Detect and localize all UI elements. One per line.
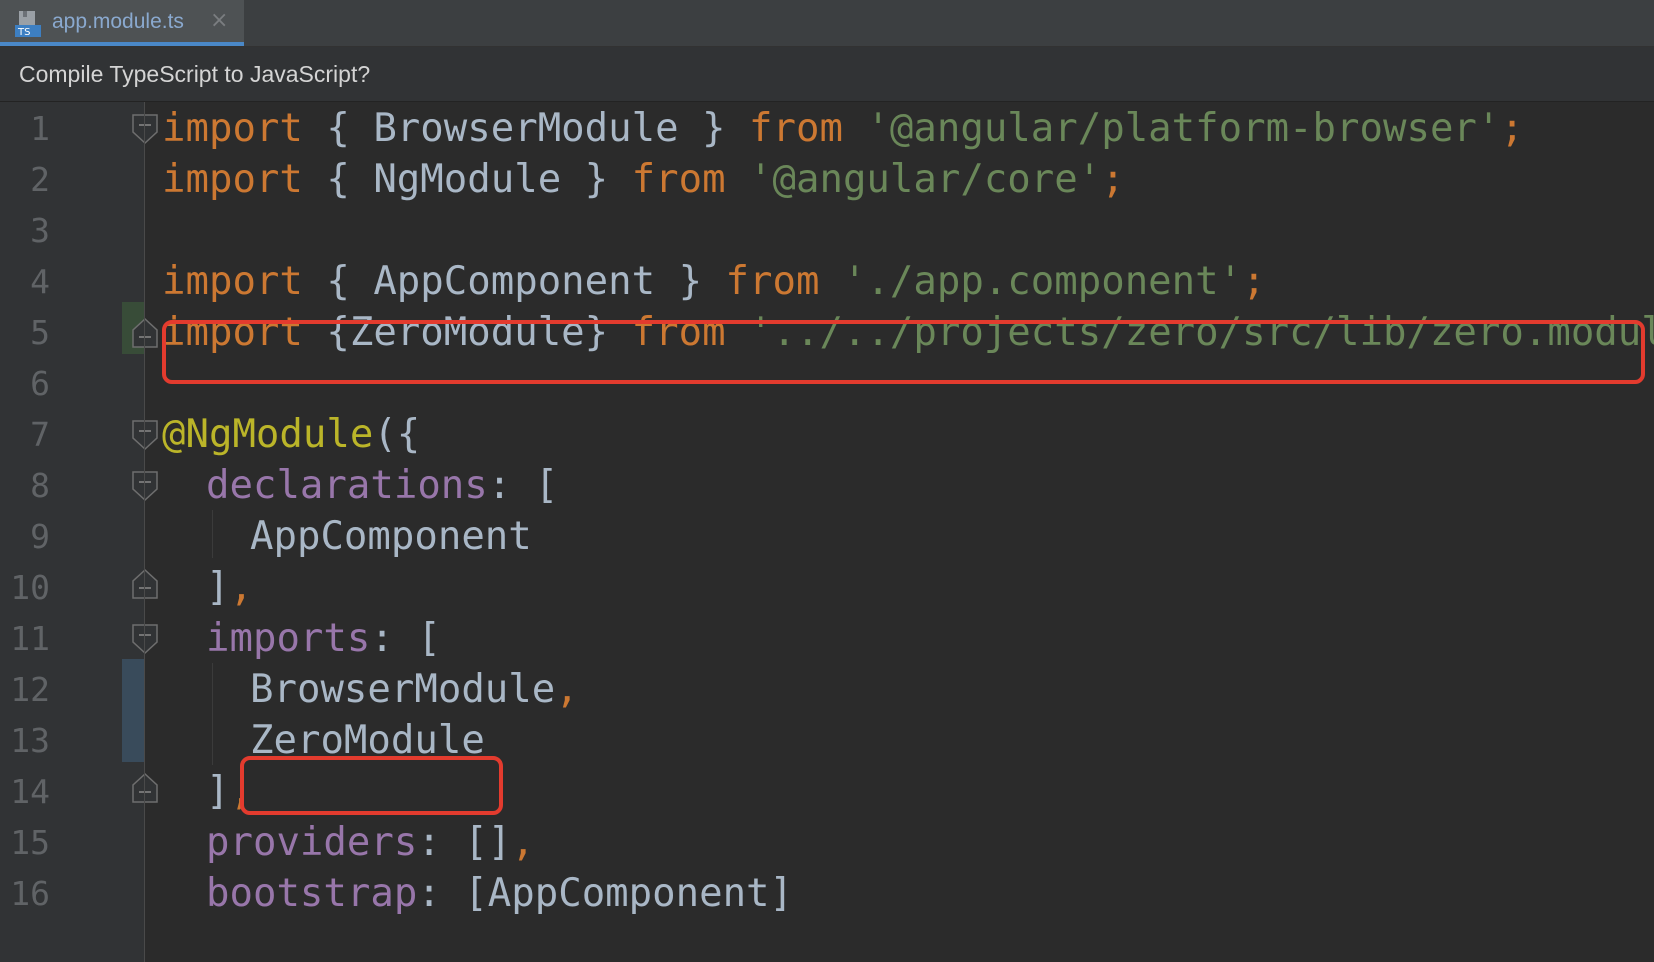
string-literal: '@angular/platform-browser' — [866, 106, 1501, 151]
code-line-2[interactable]: import { NgModule } from '@angular/core'… — [162, 153, 1125, 207]
code-line-12[interactable]: BrowserModule, — [250, 663, 579, 717]
keyword: from — [631, 157, 726, 202]
indent-guide — [212, 663, 213, 765]
line-number: 8 — [30, 466, 50, 505]
code-text: ({ — [373, 412, 421, 457]
code-line-4[interactable]: import { AppComponent } from './app.comp… — [162, 255, 1266, 309]
line-number: 9 — [30, 517, 50, 556]
string-literal: './app.component' — [842, 259, 1243, 304]
line-number: 15 — [10, 823, 50, 862]
line-number: 13 — [10, 721, 50, 760]
fold-end-icon[interactable] — [132, 773, 158, 803]
code-line-9[interactable]: AppComponent — [250, 510, 532, 564]
line-number: 1 — [30, 109, 50, 148]
code-text: : [AppComponent] — [417, 871, 794, 916]
tab-app-module-ts[interactable]: TS app.module.ts × — [0, 0, 244, 46]
code-line-15[interactable]: providers: [], — [206, 816, 535, 870]
line-number: 12 — [10, 670, 50, 709]
keyword: from — [725, 259, 820, 304]
gutter-separator — [144, 102, 145, 962]
fold-open-icon[interactable] — [132, 114, 158, 144]
comma: , — [229, 565, 253, 610]
highlight-box-import-line — [162, 320, 1645, 384]
property-name: providers — [206, 820, 418, 865]
code-text: : [ — [370, 616, 441, 661]
keyword: import — [162, 157, 303, 202]
line-number: 6 — [30, 364, 50, 403]
svg-text:TS: TS — [17, 27, 30, 38]
banner-text: Compile TypeScript to JavaScript? — [19, 61, 371, 87]
property-name: bootstrap — [206, 871, 418, 916]
modified-line-marker[interactable] — [122, 659, 144, 762]
gutter: 1 2 3 4 5 6 7 8 9 10 11 12 13 14 15 16 — [0, 102, 158, 962]
highlight-box-zeromodule — [240, 756, 503, 815]
line-number: 4 — [30, 262, 50, 301]
semicolon: ; — [1242, 259, 1266, 304]
code-text: ] — [206, 565, 230, 610]
line-number: 5 — [30, 313, 50, 352]
code-text: { NgModule } — [302, 157, 632, 202]
code-text: AppComponent — [250, 514, 532, 559]
compile-notification-banner: Compile TypeScript to JavaScript? — [0, 47, 1654, 102]
indent-guide — [212, 510, 213, 558]
line-number: 7 — [30, 415, 50, 454]
fold-end-icon[interactable] — [132, 318, 158, 348]
code-line-8[interactable]: declarations: [ — [206, 459, 558, 513]
line-number: 3 — [30, 211, 50, 250]
fold-open-icon[interactable] — [132, 624, 158, 654]
keyword: from — [749, 106, 843, 151]
string-literal: '@angular/core' — [749, 157, 1102, 202]
line-number: 11 — [10, 619, 50, 658]
code-text: BrowserModule — [250, 667, 556, 712]
fold-open-icon[interactable] — [132, 420, 158, 450]
semicolon: ; — [1500, 106, 1524, 151]
keyword: import — [162, 259, 303, 304]
decorator: @NgModule — [162, 412, 374, 457]
close-icon[interactable]: × — [210, 8, 228, 33]
semicolon: ; — [1101, 157, 1125, 202]
code-text: { BrowserModule } — [302, 106, 750, 151]
comma: , — [511, 820, 535, 865]
property-name: declarations — [206, 463, 488, 508]
fold-end-icon[interactable] — [132, 569, 158, 599]
code-editor[interactable]: 1 2 3 4 5 6 7 8 9 10 11 12 13 14 15 16 i… — [0, 102, 1654, 962]
keyword: import — [162, 106, 303, 151]
code-line-7[interactable]: @NgModule({ — [162, 408, 420, 462]
code-line-10[interactable]: ], — [206, 561, 253, 615]
code-text: ] — [206, 769, 230, 814]
code-line-16[interactable]: bootstrap: [AppComponent] — [206, 867, 793, 921]
code-text: : [ — [487, 463, 559, 508]
editor-tab-bar: TS app.module.ts × — [0, 0, 1654, 47]
tab-label: app.module.ts — [52, 10, 184, 33]
code-text: { AppComponent } — [302, 259, 726, 304]
property-name: imports — [206, 616, 371, 661]
line-number: 14 — [10, 772, 50, 811]
comma: , — [555, 667, 579, 712]
code-line-1[interactable]: import { BrowserModule } from '@angular/… — [162, 102, 1524, 156]
typescript-file-icon: TS — [15, 11, 41, 38]
line-number: 16 — [10, 874, 50, 913]
fold-open-icon[interactable] — [132, 471, 158, 501]
code-text: : [] — [417, 820, 512, 865]
line-number: 2 — [30, 160, 50, 199]
code-line-11[interactable]: imports: [ — [206, 612, 441, 666]
line-number: 10 — [10, 568, 50, 607]
